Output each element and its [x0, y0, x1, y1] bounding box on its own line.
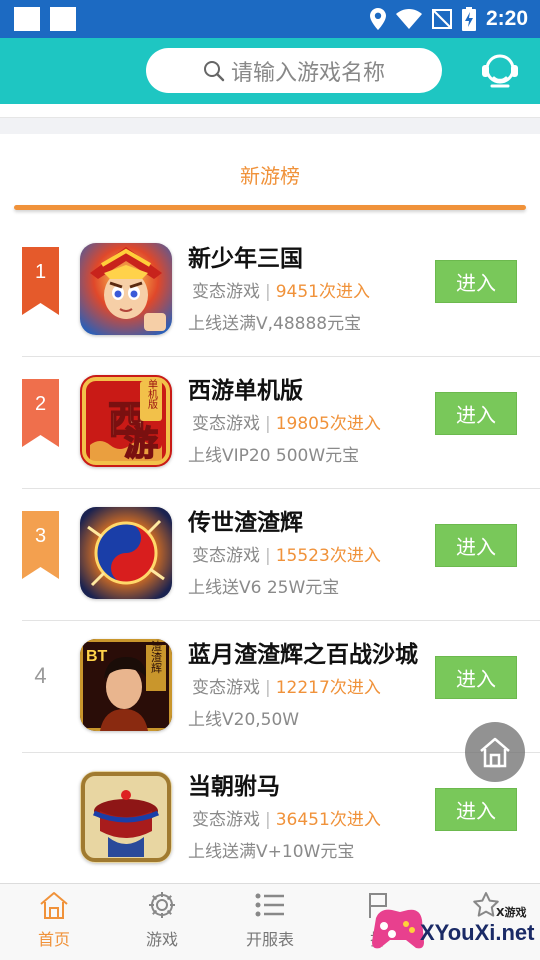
- nav-games[interactable]: 游戏: [122, 890, 202, 956]
- game-description: 上线V20,50W: [188, 710, 300, 730]
- icon-char-2: 游: [124, 424, 158, 464]
- enter-button[interactable]: 进入: [435, 392, 517, 435]
- watermark: X游戏 XYouXi.net: [368, 898, 540, 960]
- game-icon[interactable]: [80, 771, 172, 863]
- list-item[interactable]: 2 西 游 单机版 西游单机版 变态游戏 | 19805次进入 上线VIP20 50…: [0, 357, 540, 489]
- game-type: 变态游戏: [192, 414, 260, 434]
- game-description: 上线送满V,48888元宝: [188, 314, 362, 334]
- enter-button[interactable]: 进入: [435, 260, 517, 303]
- nav-label: 开服表: [245, 930, 294, 949]
- play-count: 15523次进入: [275, 546, 381, 566]
- game-meta: 变态游戏 | 15523次进入: [192, 541, 381, 566]
- list-item[interactable]: 当朝驸马 变态游戏 | 36451次进入 上线送满V+10W元宝 进入: [0, 753, 540, 885]
- list-item[interactable]: 1 新少年三国 变态游戏 | 9451次进入 上线送满V,48888元宝 进入: [0, 225, 540, 357]
- app-header: 请输入游戏名称: [0, 38, 540, 104]
- enter-button[interactable]: 进入: [435, 524, 517, 567]
- meta-separator: |: [265, 810, 271, 830]
- play-count: 36451次进入: [275, 810, 381, 830]
- header-separator: [0, 104, 540, 134]
- location-icon: [369, 8, 386, 30]
- gamepad-logo-icon: [372, 909, 424, 949]
- play-count: 19805次进入: [275, 414, 381, 434]
- game-title: 西游单机版: [188, 378, 303, 404]
- game-type: 变态游戏: [192, 546, 260, 566]
- gear-icon: [149, 892, 175, 918]
- wifi-icon: [395, 9, 422, 29]
- game-icon[interactable]: [80, 507, 172, 599]
- meta-separator: |: [265, 414, 271, 434]
- clock: 2:20: [485, 7, 528, 30]
- list-icon: [255, 893, 284, 917]
- meta-separator: |: [265, 678, 271, 698]
- play-count: 9451次进入: [275, 282, 370, 302]
- section-title: 新游榜: [240, 164, 300, 188]
- section-underline: [14, 205, 526, 210]
- rank-number: 2: [34, 393, 47, 415]
- game-icon[interactable]: [80, 243, 172, 335]
- play-count: 12217次进入: [275, 678, 381, 698]
- game-meta: 变态游戏 | 36451次进入: [192, 805, 381, 830]
- home-icon: [480, 737, 510, 768]
- rank-ribbon: 3: [22, 511, 59, 579]
- search-input[interactable]: 请输入游戏名称: [146, 48, 442, 93]
- enter-button[interactable]: 进入: [435, 656, 517, 699]
- search-icon: [203, 60, 225, 81]
- watermark-text: XYouXi.net: [420, 920, 535, 945]
- notification-icon: [14, 7, 40, 31]
- game-description: 上线VIP20 500W元宝: [188, 446, 360, 466]
- nav-label: 首页: [37, 930, 70, 949]
- signal-off-icon: [431, 9, 452, 29]
- rank-ribbon: 2: [22, 379, 59, 447]
- game-meta: 变态游戏 | 12217次进入: [192, 673, 381, 698]
- customer-service-icon[interactable]: [478, 48, 522, 92]
- game-title: 蓝月渣渣辉之百战沙城: [188, 642, 418, 668]
- game-icon[interactable]: 渣渣辉 BT: [80, 639, 172, 731]
- rank-ribbon: 1: [22, 247, 59, 315]
- game-type: 变态游戏: [192, 282, 260, 302]
- rank-number: 3: [34, 525, 47, 547]
- floating-home-button[interactable]: [465, 722, 525, 782]
- rank-number: 1: [34, 261, 47, 283]
- rank-number: 4: [34, 663, 47, 688]
- game-icon[interactable]: 西 游 单机版: [80, 375, 172, 467]
- game-title: 传世渣渣辉: [188, 510, 303, 536]
- game-description: 上线送满V+10W元宝: [188, 842, 355, 862]
- game-title: 新少年三国: [188, 246, 303, 272]
- meta-separator: |: [265, 282, 271, 302]
- list-item[interactable]: 3 传世渣渣辉 变态游戏 | 15523次进入 上线送V6 25W元宝 进入: [0, 489, 540, 621]
- nav-label: 游戏: [145, 930, 178, 949]
- meta-separator: |: [265, 546, 271, 566]
- nav-server-list[interactable]: 开服表: [230, 890, 310, 956]
- list-item[interactable]: 4 渣渣辉 BT 蓝月渣渣辉之百战沙城 变态游戏 | 12217次进入 上线V20,…: [0, 621, 540, 753]
- game-title: 当朝驸马: [188, 774, 280, 800]
- game-type: 变态游戏: [192, 678, 260, 698]
- search-placeholder: 请输入游戏名称: [230, 60, 385, 86]
- enter-button[interactable]: 进入: [435, 788, 517, 831]
- game-meta: 变态游戏 | 9451次进入: [192, 277, 370, 302]
- icon-side-tag: 渣渣辉: [150, 639, 163, 673]
- notification-icon: [50, 7, 76, 31]
- icon-tag: 单机版: [146, 379, 158, 410]
- home-icon: [40, 892, 68, 919]
- icon-bt-tag: BT: [86, 648, 108, 665]
- game-description: 上线送V6 25W元宝: [188, 578, 340, 598]
- game-type: 变态游戏: [192, 810, 260, 830]
- status-bar: 2:20: [0, 0, 540, 38]
- battery-charging-icon: [461, 7, 476, 31]
- nav-home[interactable]: 首页: [14, 890, 94, 956]
- game-meta: 变态游戏 | 19805次进入: [192, 409, 381, 434]
- watermark-small-text: X游戏: [496, 906, 527, 919]
